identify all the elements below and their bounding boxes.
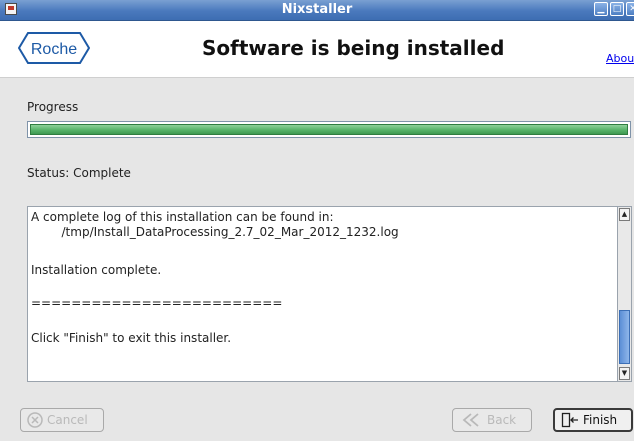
cancel-button[interactable]: Cancel — [20, 408, 104, 432]
status-text: Status: Complete — [27, 166, 131, 180]
finish-label: Finish — [583, 413, 618, 427]
progress-label: Progress — [27, 100, 79, 114]
finish-button[interactable]: Finish — [553, 408, 633, 432]
title-bar[interactable]: Nixstaller ▁ □ ✕ — [0, 0, 634, 21]
minimize-button[interactable]: ▁ — [594, 2, 608, 16]
log-line: /tmp/Install_DataProcessing_2.7_02_Mar_2… — [31, 225, 399, 239]
log-line: Click "Finish" to exit this installer. — [31, 331, 232, 345]
back-button[interactable]: Back — [452, 408, 532, 432]
progress-fill — [30, 124, 628, 135]
log-text-area[interactable]: A complete log of this installation can … — [27, 206, 618, 382]
cancel-icon — [27, 412, 43, 428]
window-title: Nixstaller — [281, 2, 353, 17]
progress-bar — [27, 121, 631, 138]
about-link[interactable]: Abou — [606, 52, 634, 65]
page-title: Software is being installed — [202, 36, 505, 60]
scroll-down-arrow-icon[interactable]: ▼ — [619, 367, 630, 380]
logo-text: Roche — [31, 41, 77, 58]
exit-door-icon — [561, 412, 578, 428]
cancel-label: Cancel — [47, 413, 88, 427]
back-arrow-icon — [462, 413, 479, 427]
back-label: Back — [487, 413, 517, 427]
header: Roche Software is being installed Abou — [0, 21, 634, 78]
scrollbar-thumb[interactable] — [619, 310, 630, 364]
scroll-up-arrow-icon[interactable]: ▲ — [619, 208, 630, 221]
log-line: Installation complete. — [31, 263, 162, 277]
close-button[interactable]: ✕ — [626, 2, 634, 16]
installer-window: Nixstaller ▁ □ ✕ Roche Software is being… — [0, 0, 634, 441]
maximize-button[interactable]: □ — [610, 2, 624, 16]
log-line: ========================= — [31, 296, 283, 310]
roche-logo: Roche — [18, 32, 90, 64]
log-scrollbar[interactable]: ▲ ▼ — [617, 206, 632, 382]
log-line: A complete log of this installation can … — [31, 210, 334, 224]
